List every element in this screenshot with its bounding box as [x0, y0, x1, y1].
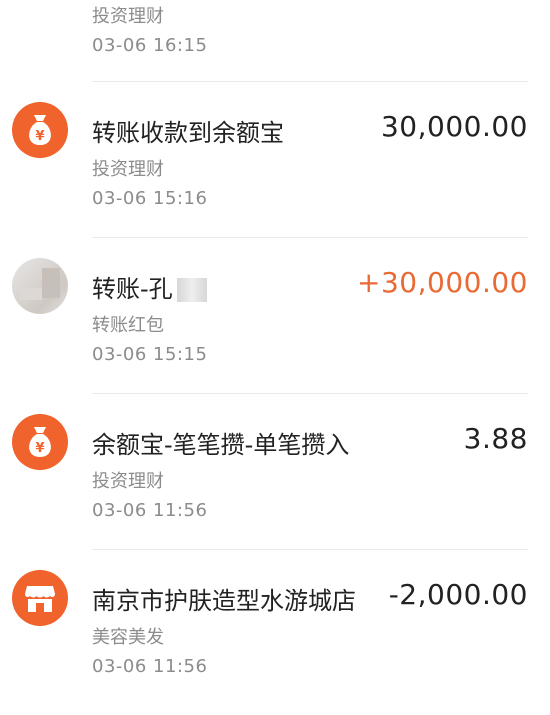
transaction-time: 03-06 16:15 — [92, 35, 208, 56]
svg-text:¥: ¥ — [35, 129, 44, 144]
transaction-row[interactable]: 南京市护肤造型水游城店 -2,000.00 美容美发 03-06 11:56 — [0, 550, 550, 715]
transaction-category: 投资理财 — [92, 471, 164, 492]
transaction-row[interactable]: ¥ 余额宝-笔笔攒-单笔攒入 3.88 投资理财 03-06 11:56 — [0, 394, 550, 550]
money-bag-icon: ¥ — [12, 414, 68, 470]
transaction-amount: 3.88 — [463, 422, 528, 455]
transaction-time: 03-06 11:56 — [92, 656, 208, 677]
transaction-list: 投资理财 03-06 16:15 ¥ 转账收款到余额宝 30,000.00 投资… — [0, 0, 550, 715]
transaction-category: 转账红包 — [92, 315, 164, 336]
svg-text:¥: ¥ — [35, 441, 44, 456]
avatar-blur — [20, 288, 42, 300]
money-bag-icon: ¥ — [12, 102, 68, 158]
avatar-blur — [42, 268, 60, 298]
transaction-category: 美容美发 — [92, 627, 164, 648]
transaction-row[interactable]: 投资理财 03-06 16:15 — [0, 0, 550, 82]
transaction-amount: -2,000.00 — [388, 578, 528, 611]
transaction-title: 转账收款到余额宝 — [92, 119, 284, 147]
transaction-title: 转账-孔 — [92, 269, 207, 304]
transaction-category: 投资理财 — [92, 159, 164, 180]
store-icon — [12, 570, 68, 626]
redacted-name — [176, 278, 207, 302]
transaction-row[interactable]: 转账-孔 +30,000.00 转账红包 03-06 15:15 — [0, 238, 550, 394]
transaction-title: 南京市护肤造型水游城店 — [92, 587, 356, 615]
transaction-amount: 30,000.00 — [380, 110, 528, 143]
transaction-category: 投资理财 — [92, 6, 164, 27]
transaction-row[interactable]: ¥ 转账收款到余额宝 30,000.00 投资理财 03-06 15:16 — [0, 82, 550, 238]
contact-avatar — [12, 258, 68, 314]
transaction-title: 余额宝-笔笔攒-单笔攒入 — [92, 431, 350, 459]
transaction-time: 03-06 15:15 — [92, 344, 208, 365]
transaction-time: 03-06 15:16 — [92, 188, 208, 209]
transaction-title-text: 转账-孔 — [92, 275, 173, 303]
transaction-amount: +30,000.00 — [357, 266, 528, 299]
transaction-time: 03-06 11:56 — [92, 500, 208, 521]
